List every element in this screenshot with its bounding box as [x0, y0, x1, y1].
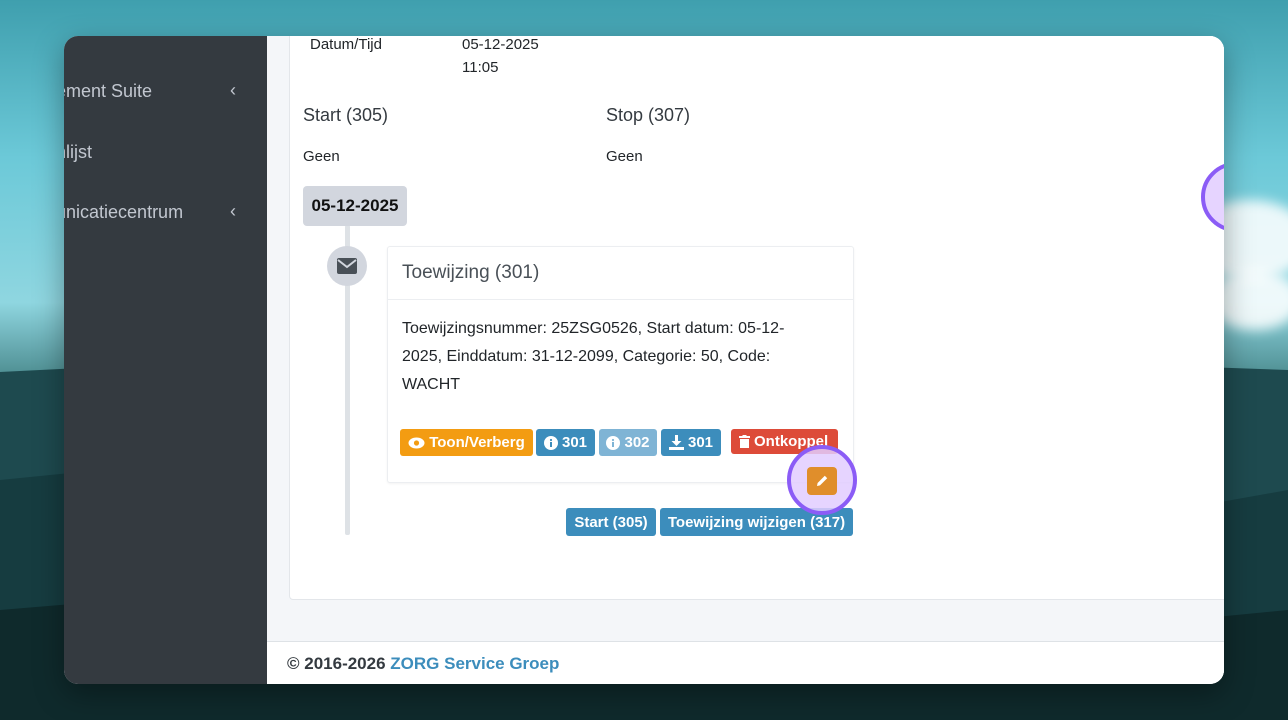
main-content: Datum/Tijd 05-12-2025 11:05 Start (305) …: [267, 36, 1224, 684]
copyright-text: © 2016-2026: [287, 654, 391, 673]
sidebar-item-management-suite[interactable]: ement Suite ‹: [64, 76, 267, 106]
pencil-icon: [817, 475, 828, 486]
change-assignment-label: Toewijzing wijzigen (317): [667, 513, 846, 531]
info-301-button[interactable]: 301: [536, 429, 595, 456]
sidebar-item-label: nlijst: [64, 141, 93, 162]
start-305-label: Start (305): [574, 513, 648, 531]
timeline-date-label: 05-12-2025: [303, 186, 407, 226]
footer-text: © 2016-2026 ZORG Service Groep: [287, 654, 559, 674]
start-305-button[interactable]: Start (305): [566, 508, 656, 536]
timeline-item-body-line: 2025, Einddatum: 31-12-2099, Categorie: …: [402, 348, 771, 365]
page-footer: © 2016-2026 ZORG Service Groep: [267, 641, 1224, 684]
download-icon: [668, 435, 684, 450]
start-heading: Start (305): [303, 105, 389, 125]
stop-heading: Stop (307): [606, 105, 691, 125]
info-circle-icon: [543, 435, 558, 450]
download-301-label: 301: [687, 434, 714, 451]
toggle-visibility-button[interactable]: Toon/Verberg: [400, 429, 533, 456]
info-301-label: 301: [561, 434, 588, 451]
timeline-item-body-line: WACHT: [402, 376, 461, 393]
sidebar-item-label: ement Suite: [64, 80, 153, 101]
info-302-button[interactable]: 302: [599, 429, 657, 456]
edit-button[interactable]: [807, 467, 837, 495]
sidebar-item-communication-center[interactable]: unicatiecentrum ‹: [64, 197, 267, 227]
toggle-visibility-label: Toon/Verberg: [429, 434, 525, 451]
chevron-left-icon: ‹: [230, 201, 236, 221]
timeline-item-body: Toewijzingsnummer: 25ZSG0526, Start datu…: [402, 315, 842, 399]
trash-icon: [739, 435, 750, 448]
app-window: ement Suite ‹ nlijst unicatiecentrum ‹ D…: [64, 36, 1224, 684]
datetime-time: 11:05: [462, 59, 499, 76]
sidebar-item-list[interactable]: nlijst: [64, 137, 267, 167]
timeline-item-title: Toewijzing (301): [402, 262, 540, 283]
sidebar-item-label: unicatiecentrum: [64, 201, 184, 222]
company-link[interactable]: ZORG Service Groep: [390, 654, 559, 673]
chevron-left-icon: ‹: [230, 80, 236, 100]
envelope-icon: [327, 246, 367, 286]
datetime-date: 05-12-2025: [462, 36, 539, 53]
info-circle-icon: [606, 435, 621, 450]
timeline-item-header: Toewijzing (301): [388, 247, 853, 300]
start-value: Geen: [303, 148, 340, 165]
datetime-label: Datum/Tijd: [310, 36, 382, 53]
timeline-item-body-line: Toewijzingsnummer: 25ZSG0526, Start datu…: [402, 320, 785, 337]
eye-icon: [408, 437, 425, 448]
stop-value: Geen: [606, 148, 643, 165]
download-301-button[interactable]: 301: [661, 429, 721, 456]
info-302-label: 302: [624, 434, 650, 451]
sidebar: ement Suite ‹ nlijst unicatiecentrum ‹: [64, 36, 267, 684]
detail-card: Datum/Tijd 05-12-2025 11:05 Start (305) …: [289, 36, 1224, 600]
